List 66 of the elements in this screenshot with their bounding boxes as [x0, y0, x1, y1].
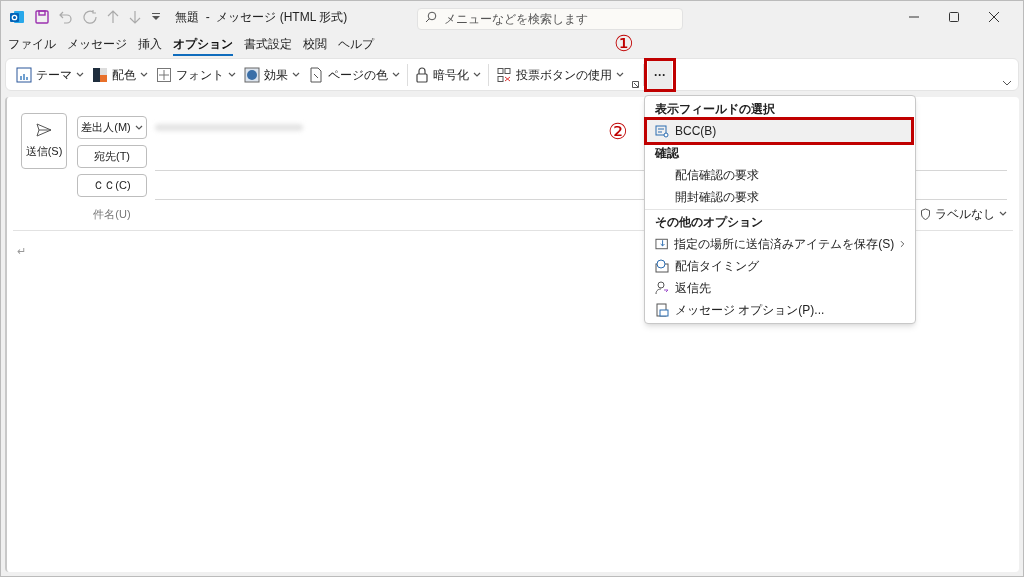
ribbon-tab[interactable]: ヘルプ	[338, 35, 374, 56]
message-options-icon	[655, 302, 669, 317]
menu-heading: 表示フィールドの選択	[655, 100, 775, 118]
step-number: ②	[608, 120, 628, 143]
menu-heading: 確認	[655, 144, 679, 162]
ribbon-tab[interactable]: 校閲	[303, 35, 327, 56]
send-button[interactable]: 送信(S)	[21, 113, 67, 169]
search-icon	[425, 10, 438, 23]
redo-icon[interactable]	[83, 9, 97, 24]
sensitivity-button[interactable]: ラベルなし	[920, 205, 1007, 223]
page-color-icon	[308, 66, 324, 83]
chevron-down-icon	[228, 71, 236, 78]
expand-ribbon-icon[interactable]	[1002, 80, 1012, 86]
ribbon-button[interactable]: テーマ	[12, 62, 88, 87]
ribbon-button[interactable]: フォント	[152, 62, 240, 87]
cc-button[interactable]: ＣＣ(C)	[77, 174, 147, 197]
menu-heading: その他のオプション	[655, 213, 763, 231]
arrow-down-icon[interactable]	[129, 9, 141, 24]
arrow-up-icon[interactable]	[107, 9, 119, 24]
outlook-app-icon	[9, 8, 25, 25]
chevron-down-icon	[140, 71, 148, 78]
font-grid-icon	[156, 66, 172, 83]
ribbon-button[interactable]: 暗号化	[411, 62, 485, 87]
lock-icon	[415, 66, 429, 83]
ribbon-button[interactable]: 効果	[240, 62, 304, 87]
ribbon-button[interactable]: 配色	[88, 62, 152, 87]
save-icon[interactable]	[35, 9, 49, 24]
customize-toolbar-icon[interactable]	[151, 12, 161, 21]
close-icon[interactable]	[989, 11, 999, 22]
chevron-down-icon	[616, 71, 624, 78]
ribbon-tab[interactable]: メッセージ	[67, 35, 127, 56]
chevron-down-icon	[392, 71, 400, 78]
ribbon-button[interactable]: 投票ボタンの使用	[492, 62, 628, 87]
paragraph-mark: ↵	[17, 244, 26, 259]
window-title: 無題 - メッセージ (HTML 形式)	[175, 8, 348, 26]
chevron-down-icon	[76, 71, 84, 78]
theme-icon	[16, 66, 32, 83]
effects-icon	[244, 66, 260, 83]
chevron-down-icon	[134, 124, 143, 131]
folder-save-icon	[655, 236, 669, 251]
search-field[interactable]: メニューなどを検索します	[417, 7, 684, 30]
highlight-frame	[644, 57, 676, 92]
dialog-launcher-icon[interactable]	[632, 81, 639, 88]
send-icon	[36, 122, 52, 137]
person-reply-icon	[655, 280, 669, 295]
ribbon-tab[interactable]: オプション	[173, 35, 233, 56]
voting-icon	[496, 66, 512, 83]
shield-icon	[920, 208, 931, 220]
subject-label: 件名(U)	[92, 206, 132, 222]
more-options-button[interactable]: ···	[648, 60, 672, 89]
step-number: ①	[614, 32, 634, 55]
to-button[interactable]: 宛先(T)	[77, 145, 147, 168]
color-scheme-icon	[92, 66, 108, 83]
ribbon-tab[interactable]: 挿入	[138, 35, 162, 56]
menu-item[interactable]: BCC(B)	[646, 119, 914, 142]
chevron-down-icon	[999, 211, 1007, 217]
ribbon-tab[interactable]: ファイル	[8, 35, 56, 56]
chevron-down-icon	[473, 71, 481, 78]
chevron-down-icon	[292, 71, 300, 78]
ribbon-button[interactable]: ページの色	[304, 62, 404, 87]
ribbon-tab[interactable]: 書式設定	[244, 35, 292, 56]
address-field-icon	[655, 123, 669, 138]
delay-clock-icon	[655, 258, 669, 273]
from-button[interactable]: 差出人(M)	[77, 116, 147, 139]
undo-icon[interactable]	[59, 9, 73, 24]
maximize-icon[interactable]	[949, 11, 959, 22]
